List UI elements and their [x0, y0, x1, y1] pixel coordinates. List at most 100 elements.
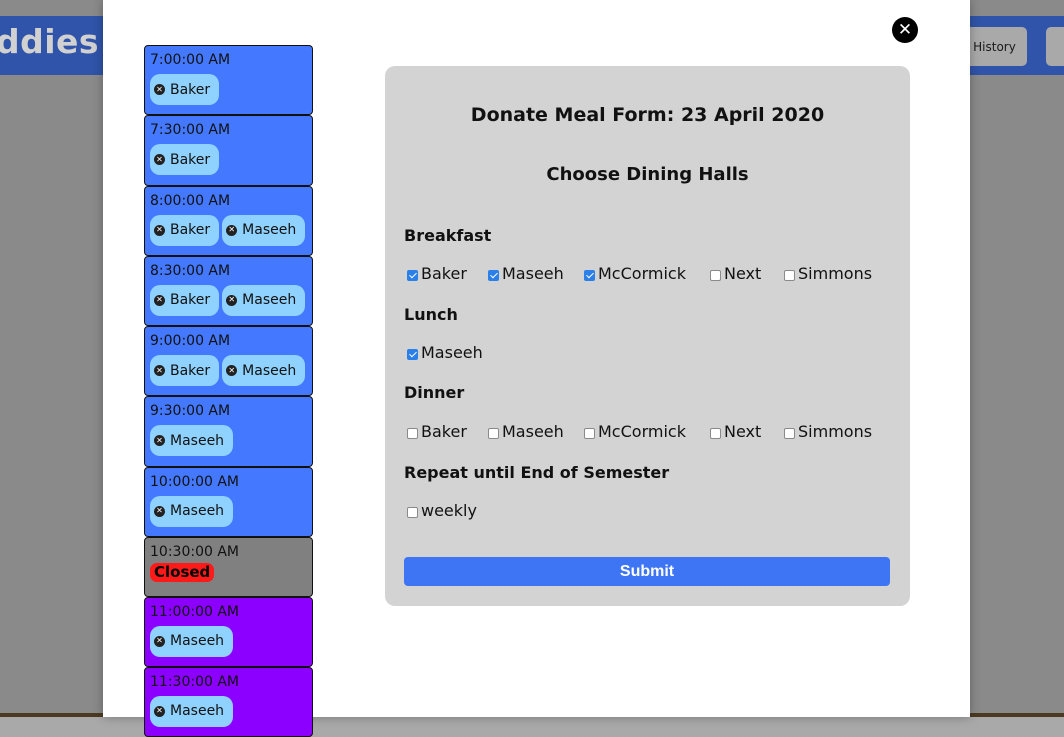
option-label: McCormick	[598, 422, 686, 441]
time-slot[interactable]: 10:30:00 AM Closed	[144, 537, 313, 597]
chip-label: Maseeh	[170, 633, 225, 650]
hall-chip: ✕ Maseeh	[222, 284, 306, 316]
option-label: Next	[724, 264, 762, 283]
hall-chip: ✕ Baker	[150, 214, 220, 246]
option-baker[interactable]: Baker	[407, 422, 467, 441]
slot-time: 8:00:00 AM	[150, 192, 231, 209]
remove-x-icon[interactable]: ✕	[226, 224, 238, 236]
remove-x-icon[interactable]: ✕	[154, 365, 165, 377]
hall-chip: ✕ Maseeh	[150, 695, 234, 727]
chip-label: Baker	[170, 81, 211, 98]
chip-label: Maseeh	[242, 222, 297, 239]
form-subtitle: Choose Dining Halls	[546, 164, 749, 185]
option-simmons[interactable]: Simmons	[784, 264, 872, 283]
chip-label: Baker	[170, 222, 211, 239]
option-next[interactable]: Next	[710, 264, 761, 283]
hall-chip: ✕ Baker	[150, 284, 220, 316]
remove-x-icon[interactable]: ✕	[154, 154, 165, 166]
hall-chip: ✕ Baker	[150, 144, 220, 176]
option-label: Simmons	[798, 264, 873, 283]
checkbox[interactable]	[584, 269, 595, 281]
chip-label: Maseeh	[242, 292, 297, 309]
option-maseeh[interactable]: Maseeh	[407, 343, 483, 362]
time-slot[interactable]: 11:30:00 AM ✕ Maseeh	[144, 666, 313, 737]
option-simmons[interactable]: Simmons	[784, 422, 872, 441]
option-next[interactable]: Next	[710, 422, 761, 441]
hall-chip: ✕ Maseeh	[150, 425, 234, 457]
checkbox[interactable]	[710, 427, 721, 439]
hall-chip: ✕ Maseeh	[150, 625, 234, 657]
hall-chip: ✕ Maseeh	[222, 214, 306, 246]
time-slot[interactable]: 9:30:00 AM ✕ Maseeh	[144, 396, 313, 467]
breakfast-label: Breakfast	[404, 226, 492, 245]
chip-label: Baker	[170, 362, 211, 379]
checkbox[interactable]	[488, 427, 499, 439]
option-label: Baker	[421, 264, 467, 283]
slot-time: 11:00:00 AM	[150, 603, 239, 620]
checkbox[interactable]	[784, 269, 795, 281]
option-mccormick[interactable]: McCormick	[584, 264, 686, 283]
remove-x-icon[interactable]: ✕	[154, 705, 165, 717]
option-label: Maseeh	[502, 422, 564, 441]
hall-chip: ✕ Baker	[150, 355, 220, 387]
remove-x-icon[interactable]: ✕	[226, 365, 238, 377]
option-maseeh[interactable]: Maseeh	[488, 264, 564, 283]
option-label: Next	[724, 422, 762, 441]
option-label: Maseeh	[502, 264, 564, 283]
option-mccormick[interactable]: McCormick	[584, 422, 686, 441]
option-label: Maseeh	[421, 343, 483, 362]
checkbox[interactable]	[784, 427, 795, 439]
checkbox[interactable]	[584, 427, 595, 439]
chip-label: Maseeh	[170, 503, 225, 520]
remove-x-icon[interactable]: ✕	[154, 224, 165, 236]
hall-chip: ✕ Baker	[150, 74, 220, 105]
lunch-label: Lunch	[404, 305, 458, 324]
time-slot[interactable]: 7:00:00 AM ✕ Baker	[144, 45, 313, 116]
remove-x-icon[interactable]: ✕	[154, 435, 165, 447]
remove-x-icon[interactable]: ✕	[154, 84, 165, 95]
option-baker[interactable]: Baker	[407, 264, 467, 283]
checkbox[interactable]	[407, 427, 418, 439]
slot-time: 8:30:00 AM	[150, 262, 231, 279]
closed-badge: Closed	[150, 563, 215, 583]
time-slot-list: 7:00:00 AM ✕ Baker 7:30:00 AM ✕ Baker 8:00:00 …	[144, 45, 313, 737]
chip-label: Maseeh	[170, 432, 225, 449]
time-slot[interactable]: 10:00:00 AM ✕ Maseeh	[144, 466, 313, 538]
checkbox[interactable]	[407, 506, 418, 518]
remove-x-icon[interactable]: ✕	[154, 635, 165, 647]
time-slot[interactable]: 8:30:00 AM ✕ Baker ✕ Maseeh	[144, 255, 313, 327]
time-slot[interactable]: 8:00:00 AM ✕ Baker ✕ Maseeh	[144, 185, 313, 256]
checkbox[interactable]	[407, 269, 418, 281]
slot-time: 11:30:00 AM	[150, 673, 239, 690]
time-slot[interactable]: 9:00:00 AM ✕ Baker ✕ Maseeh	[144, 326, 313, 397]
repeat-label: Repeat until End of Semester	[404, 463, 670, 482]
donate-meal-form: Donate Meal Form: 23 April 2020 Choose D…	[385, 66, 910, 606]
option-label: McCormick	[598, 264, 686, 283]
checkbox[interactable]	[407, 348, 418, 360]
chip-label: Maseeh	[242, 362, 297, 379]
remove-x-icon[interactable]: ✕	[154, 294, 165, 306]
time-slot[interactable]: 11:00:00 AM ✕ Maseeh	[144, 596, 313, 667]
slot-time: 10:00:00 AM	[150, 473, 239, 490]
slot-time: 9:00:00 AM	[150, 333, 231, 350]
form-title: Donate Meal Form: 23 April 2020	[470, 104, 825, 126]
submit-button[interactable]: Submit	[404, 557, 890, 586]
remove-x-icon[interactable]: ✕	[226, 294, 238, 306]
slot-time: 7:00:00 AM	[150, 52, 231, 68]
slot-time: 10:30:00 AM	[150, 544, 239, 561]
close-icon[interactable]: ✕	[892, 17, 918, 43]
checkbox[interactable]	[488, 269, 499, 281]
chip-label: Baker	[170, 151, 211, 168]
option-weekly[interactable]: weekly	[407, 501, 477, 520]
time-slot[interactable]: 7:30:00 AM ✕ Baker	[144, 115, 313, 186]
remove-x-icon[interactable]: ✕	[154, 505, 165, 517]
hall-chip: ✕ Maseeh	[222, 355, 306, 387]
slot-time: 7:30:00 AM	[150, 122, 231, 139]
option-label: Baker	[421, 422, 467, 441]
option-label: weekly	[421, 501, 477, 520]
slot-time: 9:30:00 AM	[150, 403, 231, 420]
option-maseeh[interactable]: Maseeh	[488, 422, 564, 441]
option-label: Simmons	[798, 422, 873, 441]
chip-label: Baker	[170, 292, 211, 309]
checkbox[interactable]	[710, 269, 721, 281]
